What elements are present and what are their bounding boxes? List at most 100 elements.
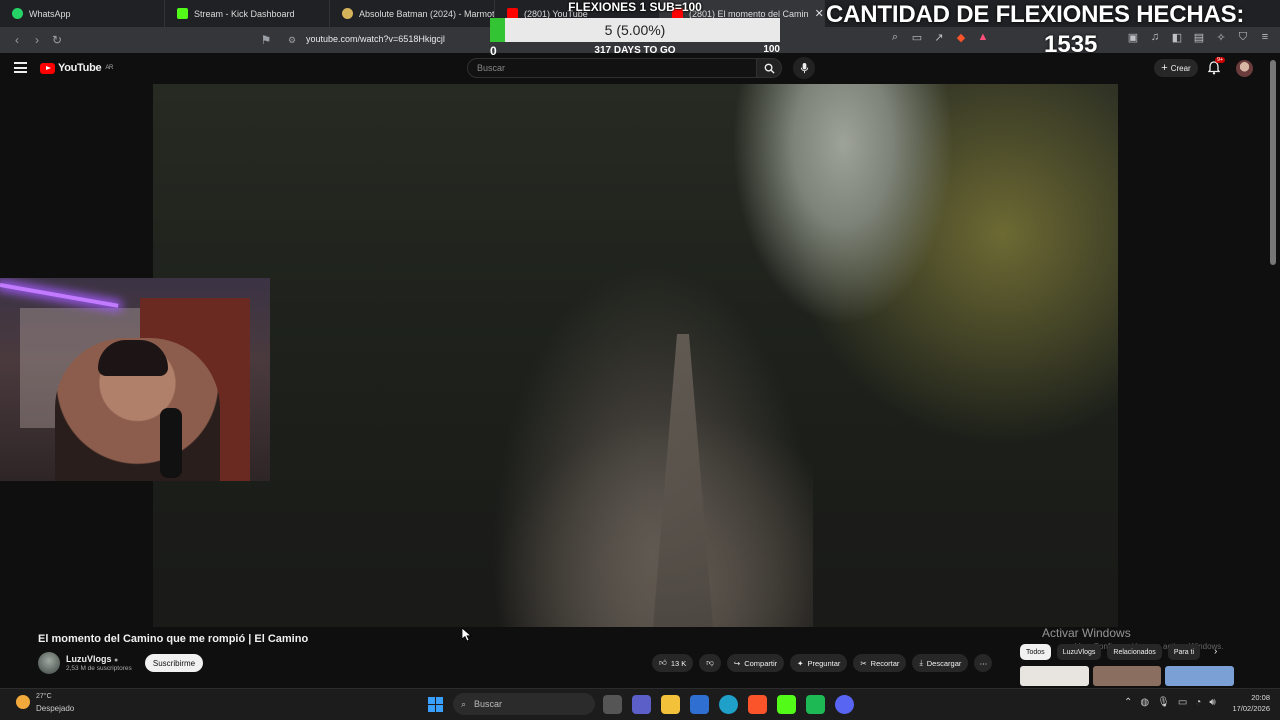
tray-app-icon[interactable]: ◍ (1140, 697, 1149, 708)
tab-label: Stream - Kick Dashboard (194, 8, 295, 19)
plus-icon: + (1161, 62, 1168, 74)
subscriber-count: 2,53 M de suscriptores (66, 665, 132, 672)
goal-days-left: 317 DAYS TO GO (594, 45, 676, 56)
thumbs-up-icon: 👍︎ (659, 658, 667, 667)
subscribe-button[interactable]: Suscribirme (145, 654, 203, 672)
sidebar-icon[interactable]: ◧ (1170, 31, 1184, 44)
channel-avatar[interactable] (38, 652, 60, 674)
reload-icon[interactable]: ↻ (47, 30, 67, 50)
pushup-goal-widget: FLEXIONES 1 SUB=100 5 (5.00%) 0 317 DAYS… (490, 0, 780, 60)
kick-icon (177, 8, 188, 19)
weather-description: Despejado (36, 704, 75, 713)
youtube-logo[interactable]: YouTube AR (40, 62, 113, 74)
microphone-icon (800, 62, 808, 73)
network-icon[interactable]: ◔ (1195, 697, 1201, 708)
related-thumbnail[interactable] (1165, 666, 1235, 686)
channel-name[interactable]: LuzuVlogs ● (66, 654, 118, 664)
webcam-overlay (0, 278, 270, 481)
notifications-badge: 9+ (1215, 57, 1226, 63)
clip-button[interactable]: ✂ Recortar (853, 654, 907, 672)
wallet-icon[interactable]: ▤ (1192, 31, 1206, 44)
share-button[interactable]: ↪ Compartir (726, 654, 785, 672)
microphone-icon[interactable]: 🎙︎ (1157, 697, 1170, 708)
edge-icon[interactable] (719, 695, 738, 714)
download-icon: ⤓ (919, 658, 923, 667)
related-chips: Todos LuzuVlogs Relacionados Para ti (1020, 644, 1201, 660)
tab-whatsapp[interactable]: WhatsApp (0, 0, 165, 27)
search-input[interactable]: Buscar (467, 58, 757, 78)
close-tab-icon[interactable]: ✕ (815, 7, 824, 20)
kick-app-icon[interactable] (777, 695, 796, 714)
related-thumbnail[interactable] (1020, 666, 1089, 686)
bookmark-icon[interactable]: ⚑ (256, 30, 276, 50)
spotify-icon[interactable] (806, 695, 825, 714)
zoom-icon[interactable]: ⌕ (888, 31, 902, 44)
video-player[interactable] (153, 84, 1118, 627)
hamburger-menu-icon[interactable] (14, 62, 27, 73)
download-label: Descargar (926, 658, 962, 668)
tab-label: WhatsApp (29, 8, 71, 19)
volume-icon[interactable]: 🔊︎ (1209, 697, 1215, 708)
site-info-icon[interactable]: ⚙ (282, 30, 302, 50)
screenshot-icon[interactable]: ▣ (1126, 31, 1140, 44)
create-label: Crear (1170, 63, 1191, 73)
user-avatar[interactable] (1236, 60, 1253, 77)
menu-icon[interactable]: ≡ (1258, 31, 1272, 44)
brave-rewards-icon[interactable]: ▲ (976, 31, 990, 44)
search-icon (764, 63, 775, 74)
create-button[interactable]: + Crear (1154, 59, 1198, 77)
related-thumbnail[interactable] (1092, 666, 1162, 686)
youtube-play-icon (40, 62, 55, 74)
clock-date[interactable]: 17/02/2026 (1226, 704, 1270, 713)
page-scrollbar[interactable] (1270, 60, 1276, 265)
taskbar-search[interactable]: ⌕ Buscar (453, 693, 595, 715)
voice-search-button[interactable] (793, 57, 815, 79)
ask-label: Preguntar (807, 658, 841, 668)
tray-expand-icon[interactable]: ⌃ (1124, 697, 1132, 708)
media-icon[interactable]: ♫ (1148, 31, 1162, 44)
like-button[interactable]: 👍︎ 13 K (652, 654, 694, 672)
share-icon[interactable]: ↗ (932, 31, 946, 44)
search-button[interactable] (756, 58, 782, 78)
vpn-icon[interactable]: ⛉ (1236, 31, 1250, 44)
ask-button[interactable]: ✦ Preguntar (790, 654, 848, 672)
chip-luzuvlogs[interactable]: LuzuVlogs (1056, 644, 1102, 660)
search-icon: ⌕ (461, 698, 467, 709)
display-icon[interactable]: ▭ (1178, 697, 1187, 708)
store-icon[interactable] (690, 695, 709, 714)
more-actions-button[interactable]: ⋯ (974, 654, 993, 672)
share-label: Compartir (744, 658, 778, 668)
more-dots-icon: ⋯ (979, 658, 988, 668)
goal-count: 5 (5.00%) (604, 22, 666, 38)
back-icon[interactable]: ‹ (7, 30, 27, 50)
sparkle-icon: ✦ (797, 658, 804, 668)
weather-icon[interactable] (16, 695, 30, 709)
video-actions: 👍︎ 13 K 👎︎ ↪ Compartir ✦ Preguntar ✂ Rec… (652, 654, 993, 672)
task-view-icon[interactable] (603, 695, 622, 714)
chip-para-ti[interactable]: Para ti (1167, 644, 1201, 660)
goal-max: 100 (763, 44, 780, 55)
marmota-icon (342, 8, 353, 19)
file-explorer-icon[interactable] (661, 695, 680, 714)
dislike-button[interactable]: 👎︎ (699, 654, 721, 672)
streamer-microphone (160, 408, 182, 478)
brave-icon[interactable] (748, 695, 767, 714)
pushups-title: CANTIDAD DE FLEXIONES HECHAS: (826, 1, 1245, 28)
like-count: 13 K (670, 658, 687, 668)
discord-icon[interactable] (835, 695, 854, 714)
cast-icon[interactable]: ▭ (910, 31, 924, 44)
address-bar[interactable]: youtube.com/watch?v=6518Hkigcjl (306, 34, 445, 44)
chip-todos[interactable]: Todos (1020, 644, 1051, 660)
clock-time[interactable]: 20:08 (1226, 693, 1270, 702)
taskbar-apps (603, 695, 854, 714)
download-button[interactable]: ⤓ Descargar (912, 654, 969, 672)
chips-next-icon[interactable]: › (1214, 646, 1217, 657)
brave-shield-icon[interactable]: ◆ (954, 31, 968, 44)
tab-kick-dashboard[interactable]: Stream - Kick Dashboard (165, 0, 330, 27)
tab-absolute-batman[interactable]: Absolute Batman (2024) - Marmota (330, 0, 495, 27)
windows-start-icon[interactable] (428, 697, 443, 712)
teams-icon[interactable] (632, 695, 651, 714)
forward-icon[interactable]: › (27, 30, 47, 50)
chip-relacionados[interactable]: Relacionados (1107, 644, 1162, 660)
leo-icon[interactable]: ✧ (1214, 31, 1228, 44)
